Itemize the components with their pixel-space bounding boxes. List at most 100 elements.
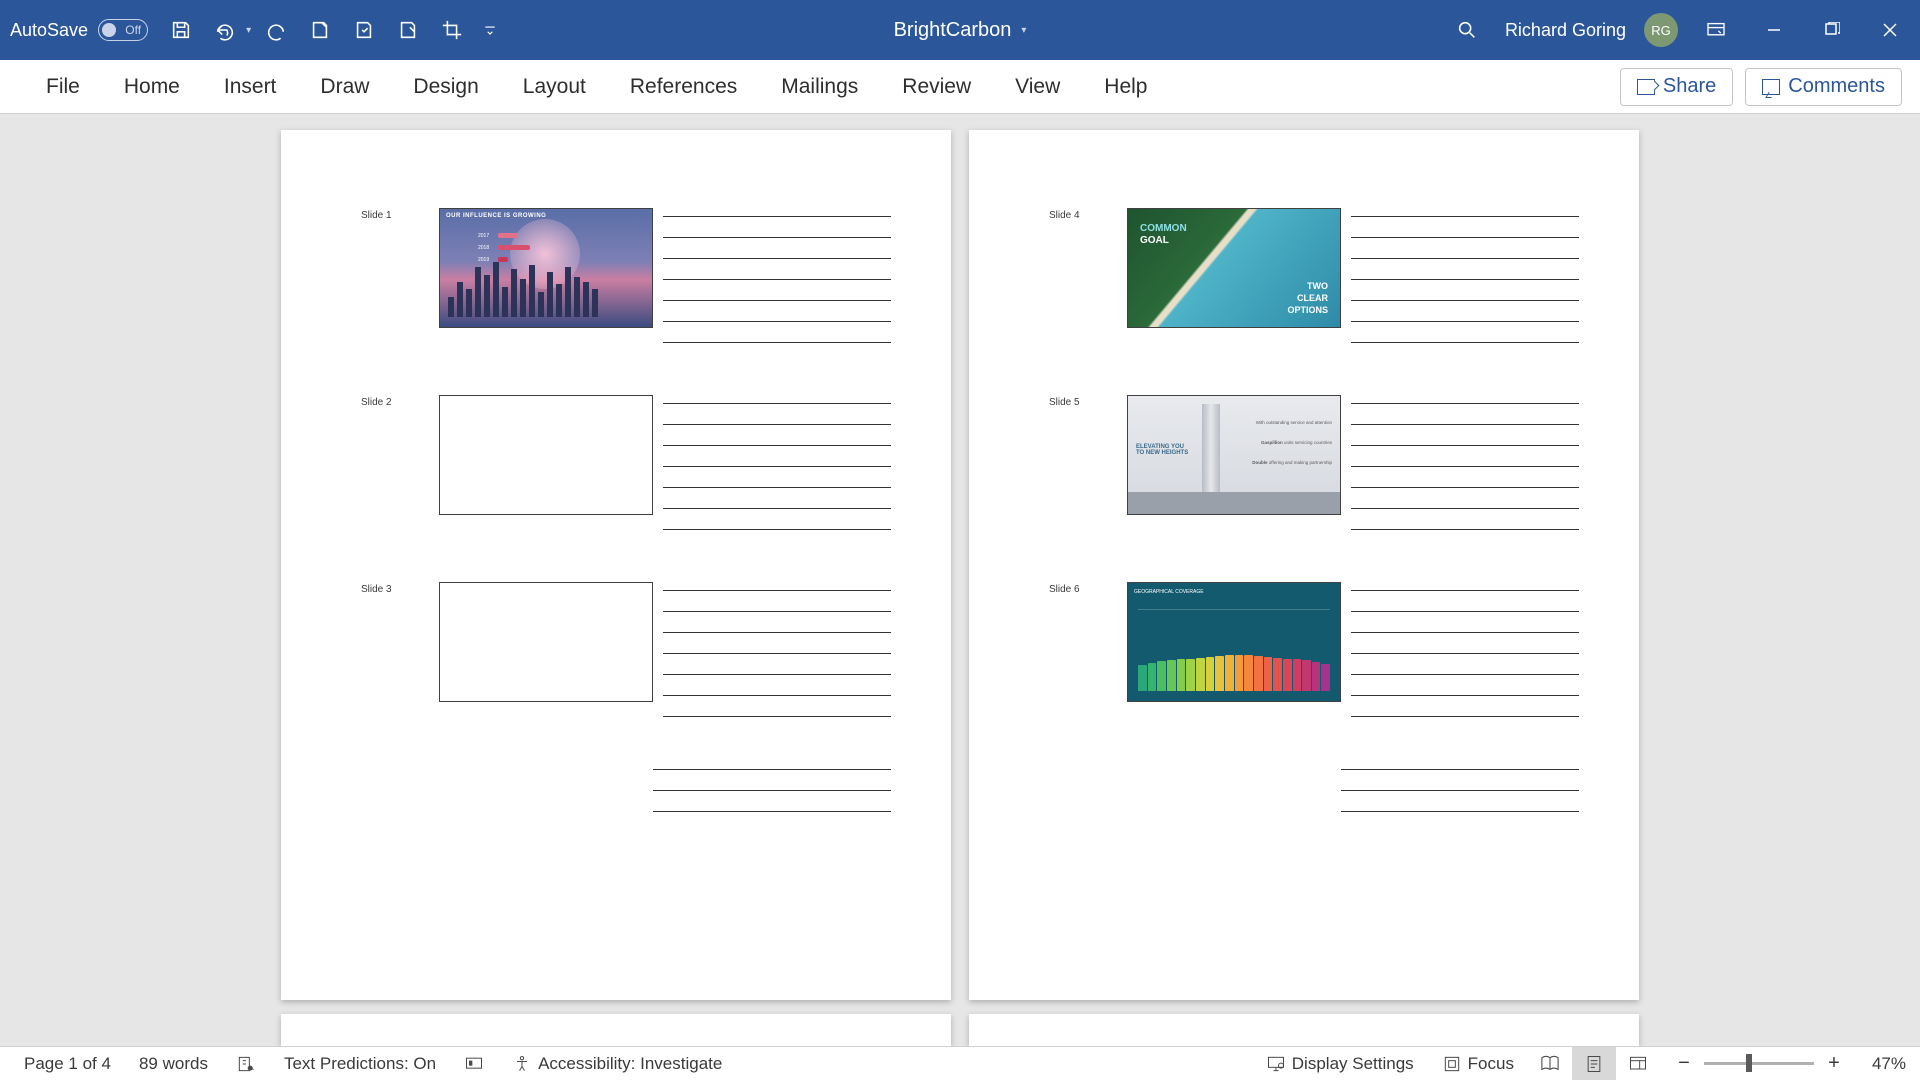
note-line <box>663 487 891 488</box>
avatar[interactable]: RG <box>1644 13 1678 47</box>
tab-references[interactable]: References <box>608 60 759 113</box>
word-count[interactable]: 89 words <box>125 1047 222 1080</box>
page-1-left: Slide 1OUR INFLUENCE IS GROWING201720182… <box>281 130 951 1000</box>
note-line <box>1351 695 1579 696</box>
zoom-out-button[interactable]: − <box>1674 1052 1694 1075</box>
note-line <box>663 632 891 633</box>
undo-icon[interactable] <box>206 11 244 49</box>
tab-file[interactable]: File <box>24 60 102 113</box>
zoom-control: − + <box>1660 1052 1858 1075</box>
accessibility-checker[interactable]: Accessibility: Investigate <box>498 1047 736 1080</box>
note-line <box>1351 279 1579 280</box>
slide-thumbnail[interactable]: OUR INFLUENCE IS GROWING201720182019 <box>439 208 653 328</box>
user-name[interactable]: Richard Goring <box>1505 20 1626 41</box>
share-label: Share <box>1663 75 1716 98</box>
note-line <box>663 258 891 259</box>
page-indicator[interactable]: Page 1 of 4 <box>10 1047 125 1080</box>
slide-thumbnail[interactable]: GEOGRAPHICAL COVERAGE <box>1127 582 1341 702</box>
macro-icon[interactable] <box>450 1047 498 1080</box>
crop-icon[interactable] <box>433 11 471 49</box>
qat-icon-3[interactable] <box>389 11 427 49</box>
tab-review[interactable]: Review <box>880 60 993 113</box>
tab-layout[interactable]: Layout <box>501 60 608 113</box>
handout-row: Slide 6 GEOGRAPHICAL COVERAGE <box>1049 582 1579 717</box>
tab-view[interactable]: View <box>993 60 1082 113</box>
statusbar-right: Display Settings Focus − + 47% <box>1252 1047 1910 1080</box>
note-line <box>653 790 891 791</box>
comments-button[interactable]: Comments <box>1745 68 1902 106</box>
note-line <box>653 769 891 770</box>
text-predictions[interactable]: Text Predictions: On <box>270 1047 450 1080</box>
note-line <box>663 445 891 446</box>
search-icon[interactable] <box>1447 10 1487 50</box>
tab-insert[interactable]: Insert <box>202 60 299 113</box>
zoom-level[interactable]: 47% <box>1858 1047 1910 1080</box>
save-icon[interactable] <box>162 11 200 49</box>
slide-thumbnail[interactable]: ELEVATING YOUTO NEW HEIGHTSWith outstand… <box>1127 395 1341 515</box>
note-line <box>663 342 891 343</box>
autosave-state: Off <box>125 23 141 37</box>
read-mode-icon[interactable] <box>1528 1047 1572 1080</box>
zoom-slider[interactable] <box>1704 1062 1814 1065</box>
autosave-toggle[interactable]: Off <box>98 19 148 41</box>
spellcheck-icon[interactable] <box>222 1047 270 1080</box>
zoom-thumb[interactable] <box>1746 1054 1752 1072</box>
title-dropdown-icon[interactable]: ▾ <box>1021 25 1026 36</box>
note-line <box>1351 424 1579 425</box>
tab-help[interactable]: Help <box>1082 60 1169 113</box>
note-line <box>1341 811 1579 812</box>
slide-label: Slide 5 <box>1049 395 1117 408</box>
web-layout-icon[interactable] <box>1616 1047 1660 1080</box>
note-line <box>1351 237 1579 238</box>
slide-label: Slide 6 <box>1049 582 1117 595</box>
qat-customize-icon[interactable] <box>477 11 503 49</box>
note-line <box>1341 790 1579 791</box>
share-button[interactable]: Share <box>1620 68 1733 106</box>
tab-design[interactable]: Design <box>391 60 500 113</box>
note-line <box>1351 716 1579 717</box>
document-title: BrightCarbon <box>894 19 1012 42</box>
note-line <box>663 300 891 301</box>
maximize-icon[interactable] <box>1812 10 1852 50</box>
tab-mailings[interactable]: Mailings <box>759 60 880 113</box>
note-line <box>663 590 891 591</box>
note-line <box>663 279 891 280</box>
focus-mode[interactable]: Focus <box>1428 1047 1528 1080</box>
slide-thumbnail[interactable] <box>439 582 653 702</box>
note-line <box>1351 342 1579 343</box>
zoom-in-button[interactable]: + <box>1824 1052 1844 1075</box>
page-2-left-peek <box>281 1014 951 1046</box>
slide-thumbnail[interactable] <box>439 395 653 515</box>
note-line <box>1351 508 1579 509</box>
minimize-icon[interactable] <box>1754 10 1794 50</box>
handout-row: Slide 3 <box>361 582 891 717</box>
qat-icon-2[interactable] <box>345 11 383 49</box>
note-line <box>663 508 891 509</box>
print-layout-icon[interactable] <box>1572 1047 1616 1080</box>
autosave-label: AutoSave <box>10 20 88 41</box>
display-settings[interactable]: Display Settings <box>1252 1047 1428 1080</box>
note-line <box>663 716 891 717</box>
undo-dropdown-icon[interactable]: ▾ <box>246 25 251 36</box>
qat-icon-1[interactable] <box>301 11 339 49</box>
slide-thumbnail[interactable]: COMMONGOALTWOCLEAROPTIONS <box>1127 208 1341 328</box>
document-title-group[interactable]: BrightCarbon ▾ <box>894 19 1027 42</box>
close-icon[interactable] <box>1870 10 1910 50</box>
zoom-text: 47% <box>1872 1054 1906 1074</box>
notes-lines <box>1351 395 1579 530</box>
note-line <box>1351 403 1579 404</box>
note-line <box>663 321 891 322</box>
ribbon-display-icon[interactable] <box>1696 10 1736 50</box>
note-line <box>1351 611 1579 612</box>
redo-icon[interactable] <box>257 11 295 49</box>
titlebar-right: Richard Goring RG <box>1447 10 1910 50</box>
note-line <box>1351 466 1579 467</box>
tab-draw[interactable]: Draw <box>298 60 391 113</box>
notes-lines <box>1351 582 1579 717</box>
note-line <box>663 653 891 654</box>
note-line <box>1351 321 1579 322</box>
slide-label: Slide 2 <box>361 395 429 408</box>
tab-home[interactable]: Home <box>102 60 202 113</box>
document-canvas[interactable]: Slide 1OUR INFLUENCE IS GROWING201720182… <box>0 114 1920 1046</box>
note-line <box>663 424 891 425</box>
